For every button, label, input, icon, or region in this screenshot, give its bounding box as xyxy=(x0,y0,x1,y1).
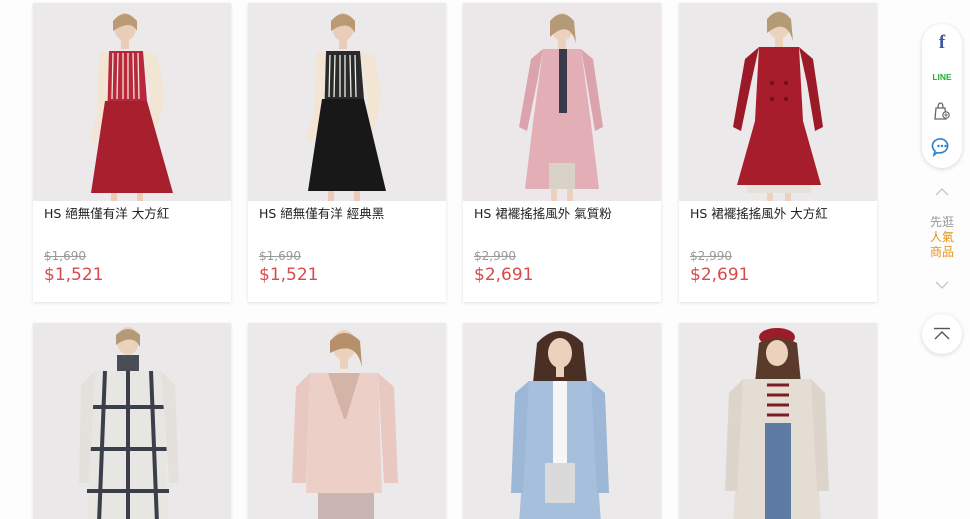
back-to-top-button[interactable] xyxy=(922,314,962,354)
model-red-coat-image xyxy=(679,3,877,201)
chevron-down-icon xyxy=(935,281,949,289)
product-image[interactable] xyxy=(33,323,231,519)
shopping-bag-share-button[interactable] xyxy=(922,96,962,126)
product-card[interactable]: HS 絕無僅有洋 經典黑 $1,690 $1,521 xyxy=(248,3,446,302)
sale-price: $1,521 xyxy=(44,265,104,285)
line-icon: LINE xyxy=(932,72,952,82)
model-plaid-coat-image xyxy=(33,323,231,519)
popular-products-link[interactable]: 先逛 人氣 商品 xyxy=(929,215,955,260)
facebook-icon: f xyxy=(938,32,946,53)
chevron-up-icon xyxy=(935,188,949,196)
original-price: $2,990 xyxy=(690,249,732,263)
facebook-share-button[interactable]: f xyxy=(922,28,962,58)
product-name[interactable]: HS 裙襬搖搖風外 氣質粉 xyxy=(474,205,650,245)
floating-toolbar: f LINE xyxy=(922,24,962,168)
product-image[interactable] xyxy=(248,323,446,519)
shopping-bag-icon xyxy=(934,102,950,120)
chat-bubble-icon xyxy=(931,138,949,158)
product-image[interactable] xyxy=(679,3,877,201)
popular-line-2: 人氣 xyxy=(929,230,954,244)
sale-price: $2,691 xyxy=(474,265,534,285)
product-card[interactable]: HS 絕無僅有洋 大方紅 $1,690 $1,521 xyxy=(33,3,231,302)
product-card[interactable] xyxy=(679,323,877,519)
original-price: $1,690 xyxy=(259,249,301,263)
model-pink-coat-image xyxy=(463,3,661,201)
sale-price: $1,521 xyxy=(259,265,319,285)
back-to-top-icon xyxy=(934,327,950,340)
model-beige-coat-image xyxy=(679,323,877,519)
original-price: $1,690 xyxy=(44,249,86,263)
product-name[interactable]: HS 絕無僅有洋 經典黑 xyxy=(259,205,435,245)
product-name[interactable]: HS 絕無僅有洋 大方紅 xyxy=(44,205,220,245)
product-name[interactable]: HS 裙襬搖搖風外 大方紅 xyxy=(690,205,866,245)
line-share-button[interactable]: LINE xyxy=(922,62,962,92)
product-card[interactable] xyxy=(33,323,231,519)
product-card[interactable]: HS 裙襬搖搖風外 氣質粉 $2,990 $2,691 xyxy=(463,3,661,302)
product-image[interactable] xyxy=(33,3,231,201)
model-black-dress-image xyxy=(248,3,446,201)
scroll-down-button[interactable] xyxy=(930,276,954,294)
popular-line-3: 商品 xyxy=(929,245,954,259)
popular-line-1: 先逛 xyxy=(929,215,954,229)
product-image[interactable] xyxy=(248,3,446,201)
product-card[interactable] xyxy=(248,323,446,519)
model-red-dress-image xyxy=(33,3,231,201)
model-blue-coat-image xyxy=(463,323,661,519)
product-image[interactable] xyxy=(463,3,661,201)
original-price: $2,990 xyxy=(474,249,516,263)
chat-button[interactable] xyxy=(922,132,962,162)
product-grid: HS 絕無僅有洋 大方紅 $1,690 $1,521 HS 絕無僅有洋 經典黑 … xyxy=(0,0,900,519)
sale-price: $2,691 xyxy=(690,265,750,285)
product-card[interactable] xyxy=(463,323,661,519)
model-shearling-jacket-image xyxy=(248,323,446,519)
product-image[interactable] xyxy=(463,323,661,519)
scroll-up-button[interactable] xyxy=(930,183,954,201)
product-card[interactable]: HS 裙襬搖搖風外 大方紅 $2,990 $2,691 xyxy=(679,3,877,302)
product-image[interactable] xyxy=(679,323,877,519)
